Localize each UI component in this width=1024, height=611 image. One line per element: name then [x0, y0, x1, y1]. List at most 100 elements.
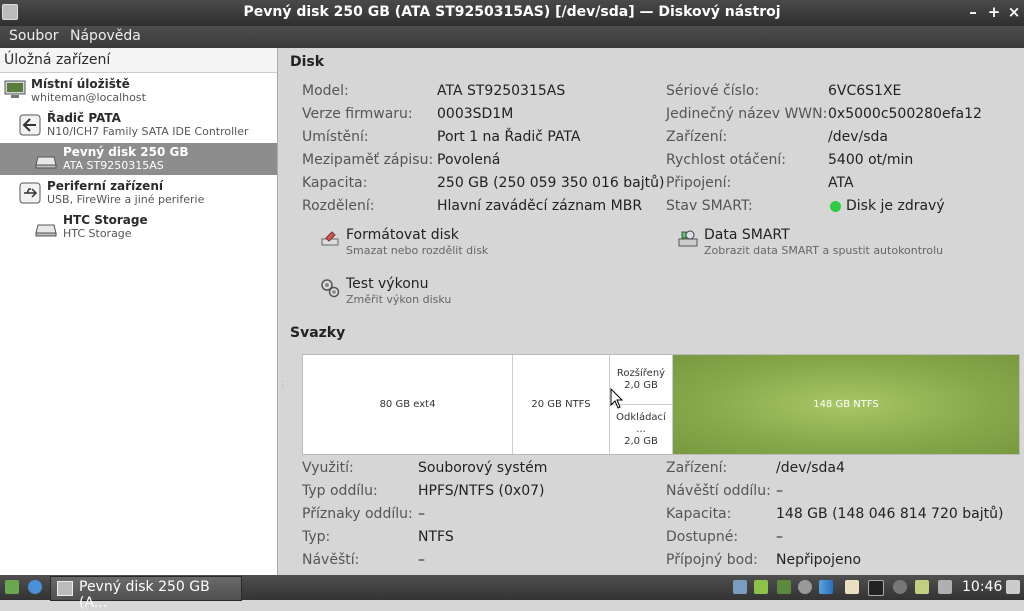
write-cache-value: Povolená [437, 152, 501, 168]
smart-data-button[interactable]: Data SMART Zobrazit data SMART a spustit… [678, 227, 1018, 263]
fs-type-label: Typ: [302, 529, 331, 545]
taskbar-window-button[interactable]: Pevný disk 250 GB (A... [50, 576, 242, 611]
mount-point-value: Nepřipojeno [776, 552, 862, 568]
sidebar-item-hard-disk[interactable]: Pevný disk 250 GB ATA ST9250315AS [0, 143, 277, 175]
show-desktop-icon[interactable] [1006, 580, 1020, 594]
sidebar-item-subtitle: HTC Storage [63, 227, 132, 240]
maximize-button[interactable]: + [985, 3, 1003, 21]
label-value: – [418, 552, 425, 568]
taskbar-window-label: Pevný disk 250 GB (A... [79, 579, 210, 611]
power-icon[interactable] [893, 580, 907, 594]
mouse-cursor-icon [610, 388, 624, 409]
volume-segment-swap[interactable]: Odkládací ... 2,0 GB [610, 405, 673, 454]
label-label: Návěští: [302, 552, 360, 568]
volumes-section-title: Svazky [290, 325, 346, 341]
device-value: /dev/sda [828, 129, 888, 145]
connection-label: Připojení: [666, 175, 732, 191]
close-button[interactable]: × [1005, 3, 1023, 21]
shield-icon[interactable] [777, 580, 791, 594]
sidebar-item-peripherals[interactable]: Periferní zařízení USB, FireWire a jiné … [0, 177, 277, 209]
benchmark-title: Test výkonu [346, 276, 429, 292]
battery-icon[interactable] [938, 580, 952, 594]
capacity-label: Kapacita: [302, 175, 368, 191]
smart-data-subtitle: Zobrazit data SMART a spustit autokontro… [704, 244, 944, 257]
partition-flags-label: Příznaky oddílu: [302, 506, 413, 522]
start-menu-icon[interactable] [5, 580, 19, 594]
connection-value: ATA [828, 175, 854, 191]
capacity-value: 250 GB (250 059 350 016 bajtů) [437, 175, 665, 191]
menu-help[interactable]: Nápověda [70, 28, 141, 44]
smart-data-title: Data SMART [704, 227, 790, 243]
disk-utility-task-icon [57, 581, 73, 596]
sidebar-item-subtitle: USB, FireWire a jiné periferie [47, 193, 205, 206]
sidebar-item-title: Pevný disk 250 GB [63, 145, 189, 159]
benchmark-button[interactable]: Test výkonu Změřit výkon disku [320, 276, 580, 312]
partition-type-label: Typ oddílu: [302, 483, 378, 499]
volume-segment-ext4[interactable]: 80 GB ext4 [303, 355, 513, 454]
sidebar-item-subtitle: ATA ST9250315AS [63, 159, 164, 172]
rotation-value: 5400 ot/min [828, 152, 914, 168]
volume-icon[interactable] [798, 580, 812, 594]
usb-icon [19, 182, 41, 204]
usage-label: Využití: [302, 460, 354, 476]
model-label: Model: [302, 83, 349, 99]
update-icon[interactable] [754, 580, 768, 594]
disk-section-title: Disk [290, 54, 325, 70]
controller-icon [19, 114, 41, 136]
serial-value: 6VC6S1XE [828, 83, 902, 99]
firmware-label: Verze firmwaru: [302, 106, 413, 122]
sidebar-header: Úložná zařízení [0, 48, 277, 73]
location-label: Umístění: [302, 129, 369, 145]
volume-segment-ntfs-148-selected[interactable]: 148 GB NTFS [673, 355, 1019, 454]
partitioning-value: Hlavní zaváděcí záznam MBR [437, 198, 643, 214]
format-disk-title: Formátovat disk [346, 227, 459, 243]
mount-point-label: Přípojný bod: [666, 552, 758, 568]
available-value: – [776, 529, 783, 545]
smart-status-value: Disk je zdravý [846, 198, 945, 214]
minimize-button[interactable]: – [964, 3, 982, 21]
notes-icon[interactable] [845, 580, 859, 594]
sidebar-item-htc-storage[interactable]: HTC Storage HTC Storage [0, 211, 277, 243]
firmware-value: 0003SD1M [437, 106, 514, 122]
wifi-signal-icon[interactable] [819, 580, 833, 594]
sidebar-item-title: Periferní zařízení [47, 179, 163, 193]
sidebar-item-title: Místní úložiště [31, 77, 130, 91]
fs-type-value: NTFS [418, 529, 454, 545]
sidebar-item-subtitle: whiteman@localhost [31, 91, 146, 104]
browser-icon[interactable] [28, 580, 42, 594]
format-disk-button[interactable]: Formátovat disk Smazat nebo rozdělit dis… [320, 227, 580, 263]
partition-flags-value: – [418, 506, 425, 522]
format-disk-icon [321, 231, 339, 246]
vol-capacity-value: 148 GB (148 046 814 720 bajtů) [776, 506, 1004, 522]
serial-label: Sériové číslo: [666, 83, 760, 99]
smart-ok-indicator-icon [830, 201, 841, 212]
device-sidebar: Úložná zařízení Místní úložiště whiteman… [0, 48, 278, 575]
location-value: Port 1 na Řadič PATA [437, 129, 581, 145]
rotation-label: Rychlost otáčení: [666, 152, 786, 168]
vol-capacity-label: Kapacita: [666, 506, 732, 522]
window-title: Pevný disk 250 GB (ATA ST9250315AS) [/de… [243, 4, 781, 20]
clipboard-icon[interactable] [915, 580, 929, 594]
menu-file[interactable]: Soubor [9, 28, 59, 44]
main-pane: Disk Model: ATA ST9250315AS Verze firmwa… [283, 48, 1024, 575]
terminal-icon[interactable] [868, 580, 884, 596]
sidebar-item-local-storage[interactable]: Místní úložiště whiteman@localhost [0, 75, 277, 107]
computer-icon [4, 80, 26, 98]
smart-data-icon [678, 230, 698, 247]
write-cache-label: Mezipaměť zápisu: [302, 152, 434, 168]
volume-map: 80 GB ext4 20 GB NTFS Rozšířený 2,0 GB O… [302, 354, 1020, 455]
window-titlebar: Pevný disk 250 GB (ATA ST9250315AS) [/de… [0, 0, 1024, 26]
partition-label-value: – [776, 483, 783, 499]
sidebar-item-subtitle: N10/ICH7 Family SATA IDE Controller [47, 125, 249, 138]
device-label: Zařízení: [666, 129, 728, 145]
hard-disk-icon [35, 156, 57, 169]
partition-type-value: HPFS/NTFS (0x07) [418, 483, 545, 499]
sidebar-item-pata-controller[interactable]: Řadič PATA N10/ICH7 Family SATA IDE Cont… [0, 109, 277, 141]
wwn-label: Jedinečný název WWN: [666, 106, 828, 122]
taskbar-clock[interactable]: 10:46 [962, 579, 1002, 595]
menu-bar: Soubor Nápověda [0, 26, 1024, 48]
format-disk-subtitle: Smazat nebo rozdělit disk [346, 244, 489, 257]
network-manager-icon[interactable] [733, 580, 747, 594]
partitioning-label: Rozdělení: [302, 198, 375, 214]
volume-segment-ntfs-20[interactable]: 20 GB NTFS [513, 355, 610, 454]
